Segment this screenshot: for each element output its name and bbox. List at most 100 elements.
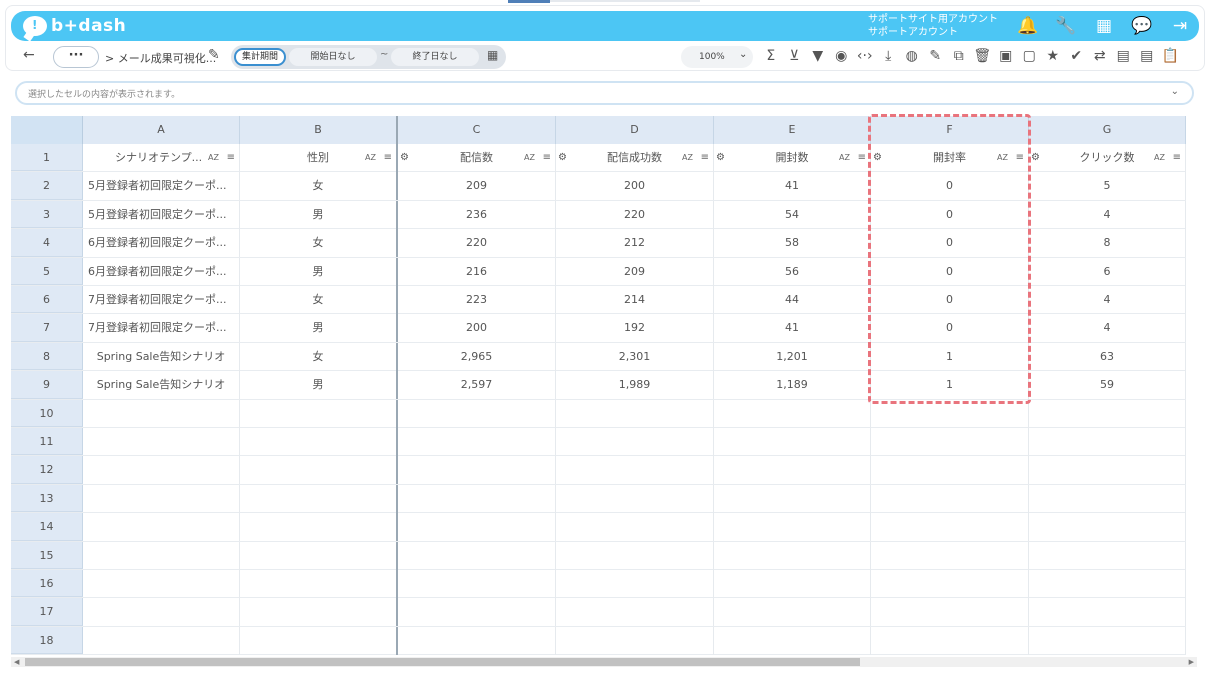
download-icon[interactable]: ⤓: [879, 46, 899, 66]
table-cell[interactable]: 男: [240, 257, 398, 286]
column-title-g[interactable]: ⚙ クリック数 AZ ≡: [1029, 144, 1186, 172]
empty-cell[interactable]: [556, 598, 714, 627]
empty-cell[interactable]: [556, 626, 714, 655]
select-all-corner[interactable]: [11, 116, 83, 144]
column-header-d[interactable]: D: [556, 116, 714, 144]
table-cell[interactable]: 男: [240, 314, 398, 343]
empty-cell[interactable]: [398, 626, 556, 655]
row-number[interactable]: 18: [11, 626, 83, 655]
empty-cell[interactable]: [240, 484, 398, 513]
empty-cell[interactable]: [1029, 484, 1186, 513]
row-number[interactable]: 11: [11, 428, 83, 456]
empty-cell[interactable]: [556, 484, 714, 513]
table-cell[interactable]: 236: [398, 200, 556, 229]
table-cell[interactable]: 男: [240, 200, 398, 229]
table-cell[interactable]: 209: [398, 172, 556, 201]
row-number[interactable]: 3: [11, 200, 83, 229]
table-cell[interactable]: 2,301: [556, 342, 714, 371]
filter-clear-icon[interactable]: ⊻: [785, 46, 805, 66]
empty-cell[interactable]: [1029, 541, 1186, 570]
table-cell[interactable]: 女: [240, 229, 398, 258]
table-cell[interactable]: 63: [1029, 342, 1186, 371]
empty-cell[interactable]: [871, 484, 1029, 513]
table-cell[interactable]: Spring Sale告知シナリオ: [83, 371, 240, 400]
table-cell[interactable]: 7月登録者初回限定クーポ...: [83, 286, 240, 314]
apps-grid-icon[interactable]: ▦: [1093, 15, 1115, 37]
table-cell[interactable]: 223: [398, 286, 556, 314]
table-cell[interactable]: 220: [556, 200, 714, 229]
empty-cell[interactable]: [83, 484, 240, 513]
empty-cell[interactable]: [871, 428, 1029, 456]
table-cell[interactable]: 200: [398, 314, 556, 343]
row-number[interactable]: 9: [11, 371, 83, 399]
empty-cell[interactable]: [871, 513, 1029, 542]
row-number[interactable]: 8: [11, 342, 83, 371]
clipboard-icon[interactable]: 📋: [1161, 46, 1181, 66]
empty-cell[interactable]: [398, 598, 556, 627]
archive-icon[interactable]: ▣: [996, 46, 1016, 66]
gear-icon[interactable]: ⚙: [873, 144, 882, 172]
star-icon[interactable]: ★: [1043, 46, 1063, 66]
column-header-a[interactable]: A: [83, 116, 240, 144]
empty-cell[interactable]: [83, 456, 240, 485]
table-cell[interactable]: 216: [398, 257, 556, 286]
table-cell[interactable]: 4: [1029, 286, 1186, 314]
table-cell[interactable]: 192: [556, 314, 714, 343]
column-title-f[interactable]: ⚙ 開封率 AZ ≡: [871, 144, 1029, 172]
table-cell[interactable]: 2,597: [398, 371, 556, 400]
table-cell[interactable]: 女: [240, 172, 398, 201]
table-cell[interactable]: 0: [871, 314, 1029, 343]
empty-cell[interactable]: [556, 541, 714, 570]
empty-cell[interactable]: [83, 570, 240, 598]
empty-cell[interactable]: [1029, 626, 1186, 655]
column-header-f[interactable]: F: [871, 116, 1029, 144]
brand-logo[interactable]: ! b+dash: [23, 15, 126, 37]
empty-cell[interactable]: [83, 428, 240, 456]
table-cell[interactable]: 0: [871, 200, 1029, 229]
column-title-a[interactable]: シナリオテンプ... AZ ≡: [83, 144, 240, 172]
empty-cell[interactable]: [714, 626, 871, 655]
column-header-c[interactable]: C: [398, 116, 556, 144]
sort-az-icon[interactable]: AZ: [365, 144, 376, 172]
empty-cell[interactable]: [83, 513, 240, 542]
document-icon[interactable]: ▤: [1137, 46, 1157, 66]
row-number[interactable]: 4: [11, 229, 83, 257]
filter-icon[interactable]: ≡: [1016, 144, 1024, 172]
empty-cell[interactable]: [240, 541, 398, 570]
code-icon[interactable]: ‹·›: [855, 46, 875, 66]
empty-cell[interactable]: [240, 626, 398, 655]
table-cell[interactable]: 4: [1029, 200, 1186, 229]
column-title-e[interactable]: ⚙ 開封数 AZ ≡: [714, 144, 871, 172]
table-cell[interactable]: 女: [240, 342, 398, 371]
calendar-icon[interactable]: ▤: [1114, 46, 1134, 66]
empty-cell[interactable]: [240, 456, 398, 485]
table-cell[interactable]: 8: [1029, 229, 1186, 258]
filter-icon[interactable]: ≡: [701, 144, 709, 172]
scroll-left-icon[interactable]: ◀: [14, 657, 19, 667]
table-cell[interactable]: 5月登録者初回限定クーポ...: [83, 200, 240, 229]
table-cell[interactable]: 41: [714, 314, 871, 343]
row-number[interactable]: 10: [11, 399, 83, 427]
empty-cell[interactable]: [398, 570, 556, 598]
table-cell[interactable]: 1,189: [714, 371, 871, 400]
empty-cell[interactable]: [556, 428, 714, 456]
empty-cell[interactable]: [714, 456, 871, 485]
empty-cell[interactable]: [398, 513, 556, 542]
filter-icon[interactable]: ≡: [384, 144, 392, 172]
table-cell[interactable]: 1: [871, 342, 1029, 371]
chevron-down-icon[interactable]: ⌄: [1171, 86, 1179, 97]
table-cell[interactable]: 1: [871, 371, 1029, 400]
row-number[interactable]: 17: [11, 598, 83, 626]
user-check-icon[interactable]: ✔: [1067, 46, 1087, 66]
table-cell[interactable]: 0: [871, 229, 1029, 258]
chat-icon[interactable]: 💬: [1131, 15, 1153, 37]
row-number[interactable]: 15: [11, 541, 83, 569]
breadcrumb-more-button[interactable]: ···: [53, 46, 99, 68]
eye-icon[interactable]: ◉: [832, 46, 852, 66]
table-cell[interactable]: 4: [1029, 314, 1186, 343]
cell-content-bar[interactable]: 選択したセルの内容が表示されます。 ⌄: [15, 81, 1194, 105]
empty-cell[interactable]: [83, 626, 240, 655]
empty-cell[interactable]: [1029, 399, 1186, 428]
start-date-field[interactable]: 開始日なし: [289, 48, 377, 66]
empty-cell[interactable]: [83, 399, 240, 428]
